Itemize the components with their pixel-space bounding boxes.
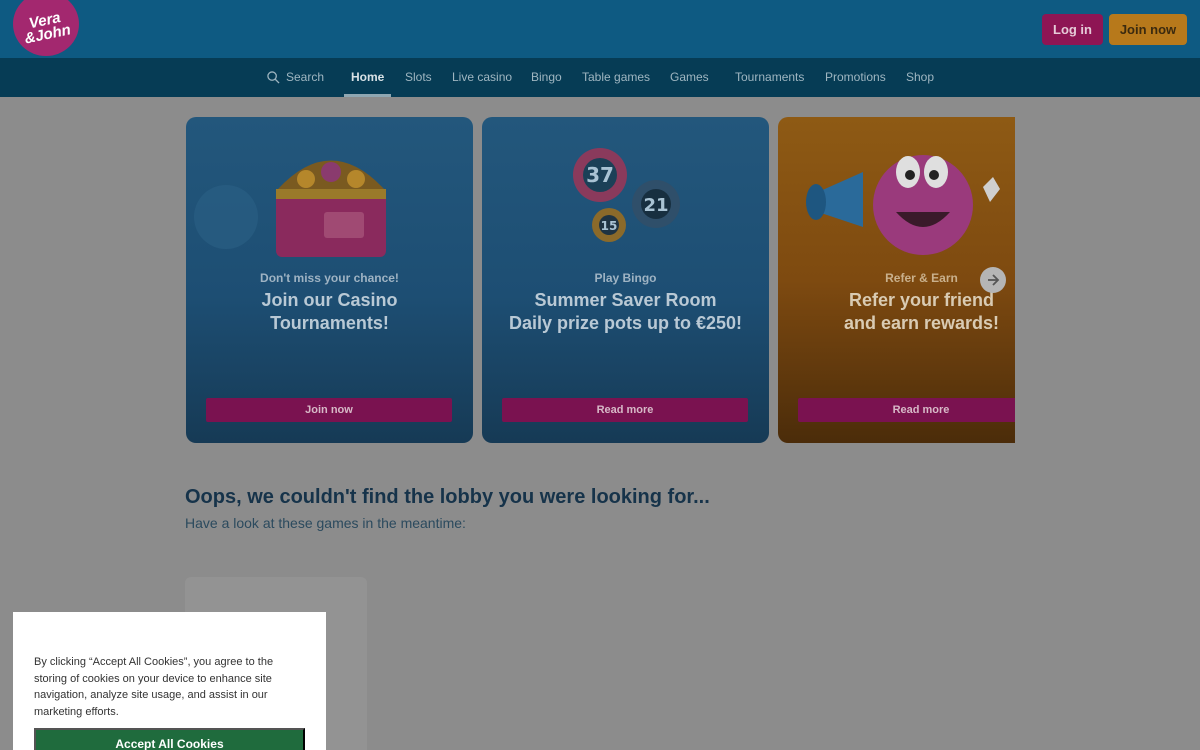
top-header: Vera &John Log in Join now — [0, 0, 1200, 58]
bingo-ball-15: 15 — [601, 219, 618, 233]
join-now-card-button[interactable]: Join now — [206, 398, 452, 422]
page: Vera &John Log in Join now Search Home S… — [0, 0, 1200, 750]
join-now-button[interactable]: Join now — [1109, 14, 1187, 45]
promo-card-bingo[interactable]: 37 21 15 Play Bingo Summer Saver Room Da… — [482, 117, 769, 443]
nav-item-home[interactable]: Home — [351, 58, 384, 97]
login-button[interactable]: Log in — [1042, 14, 1103, 45]
bingo-ball-37: 37 — [586, 163, 614, 187]
arrow-right-icon — [988, 274, 1000, 286]
nav-item-live-casino[interactable]: Live casino — [452, 58, 512, 97]
nav-item-shop[interactable]: Shop — [906, 58, 934, 97]
search-icon[interactable] — [267, 71, 280, 84]
read-more-card-button[interactable]: Read more — [502, 398, 748, 422]
treasure-chest-icon — [194, 160, 386, 257]
nav-search[interactable]: Search — [286, 58, 324, 97]
card-subtitle: Don't miss your chance! — [260, 271, 399, 285]
carousel-next-button[interactable] — [980, 267, 1006, 293]
main-nav: Search Home Slots Live casino Bingo Tabl… — [0, 58, 1200, 97]
nav-item-games[interactable]: Games — [670, 58, 709, 97]
card-title: Refer your friend and earn rewards! — [843, 290, 1000, 333]
nav-item-table-games[interactable]: Table games — [582, 58, 650, 97]
nav-item-slots[interactable]: Slots — [405, 58, 432, 97]
logo-text: Vera &John — [22, 9, 72, 48]
accept-all-cookies-button[interactable]: Accept All Cookies — [34, 728, 305, 750]
nav-item-tournaments[interactable]: Tournaments — [735, 58, 804, 97]
cookie-message: By clicking “Accept All Cookies”, you ag… — [34, 656, 274, 718]
card-title: Summer Saver Room Daily prize pots up to… — [508, 290, 743, 333]
page-title: Oops, we couldn't find the lobby you wer… — [185, 486, 710, 508]
page-subtitle: Have a look at these games in the meanti… — [185, 515, 466, 531]
megaphone-mascot-icon — [806, 155, 1000, 255]
nav-item-bingo[interactable]: Bingo — [531, 58, 562, 97]
promo-card-tournaments[interactable]: Don't miss your chance! Join our Casino … — [186, 117, 473, 443]
cookie-banner: By clicking “Accept All Cookies”, you ag… — [13, 612, 326, 750]
vera-john-logo[interactable]: Vera &John — [13, 0, 79, 56]
card-subtitle: Play Bingo — [594, 271, 657, 285]
bingo-ball-21: 21 — [643, 195, 668, 216]
nav-item-promotions[interactable]: Promotions — [825, 58, 886, 97]
bingo-balls-icon: 37 21 15 — [573, 148, 680, 242]
card-title: Join our Casino Tournaments! — [261, 290, 398, 333]
read-more-card-button[interactable]: Read more — [798, 398, 1015, 422]
